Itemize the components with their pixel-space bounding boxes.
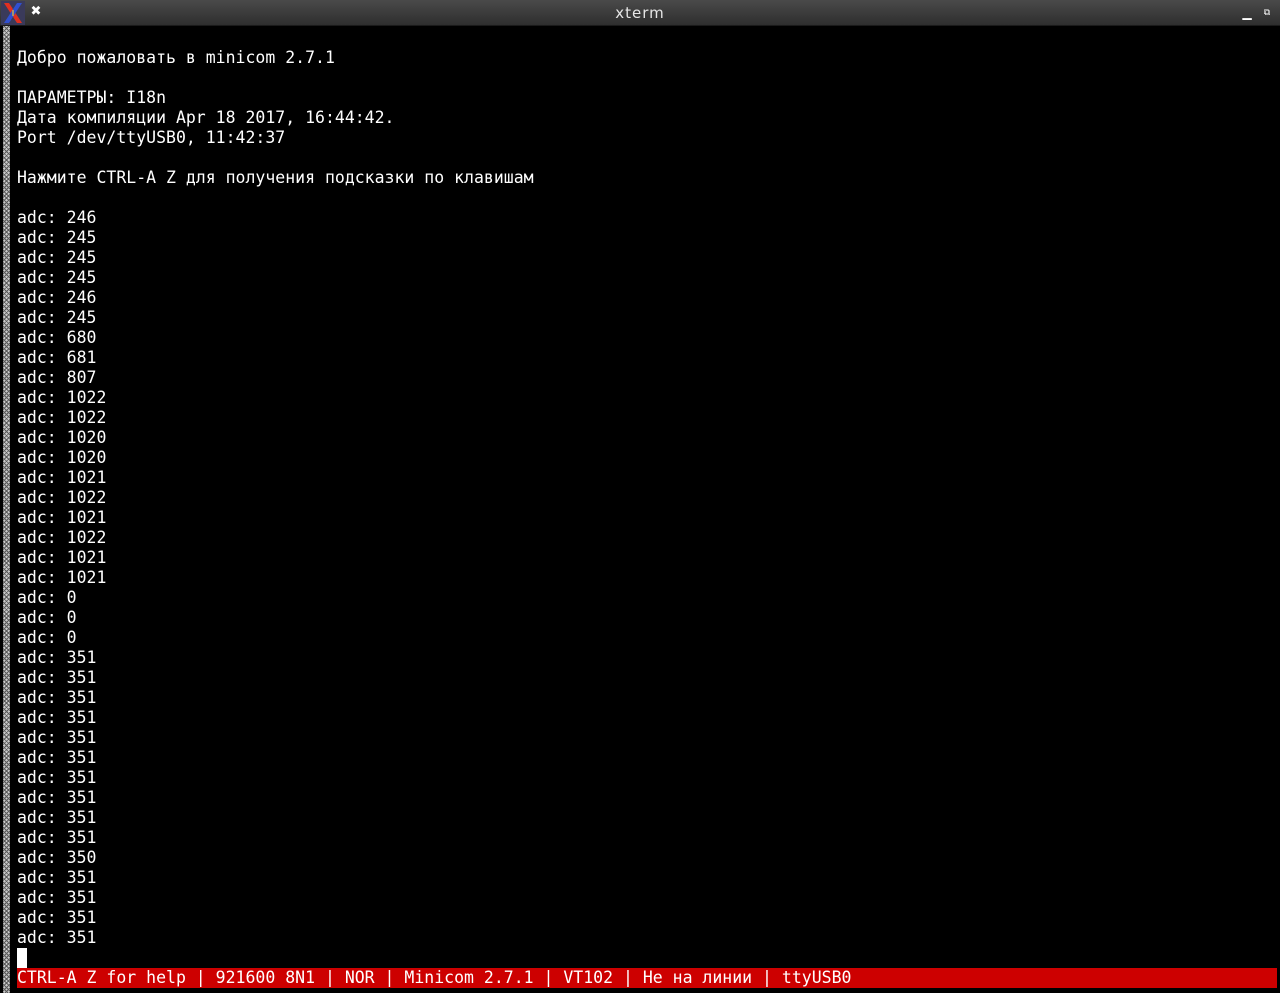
terminal-line: adc: 351 [17, 788, 97, 807]
terminal-cursor [17, 948, 27, 968]
terminal-line: adc: 245 [17, 248, 97, 267]
terminal-line: adc: 680 [17, 328, 97, 347]
terminal-line: adc: 1020 [17, 448, 107, 467]
terminal-line: adc: 351 [17, 648, 97, 667]
scrollbar-thumb[interactable] [3, 26, 10, 993]
terminal-line: adc: 351 [17, 888, 97, 907]
terminal-line: adc: 1022 [17, 388, 107, 407]
terminal-line: adc: 1021 [17, 468, 107, 487]
terminal-line: adc: 0 [17, 628, 77, 647]
terminal-line: adc: 350 [17, 848, 97, 867]
terminal-line: adc: 807 [17, 368, 97, 387]
title-bar[interactable]: ✖ xterm ▁ ⧉ [0, 0, 1280, 26]
window-title: xterm [615, 4, 665, 22]
terminal-line: Port /dev/ttyUSB0, 11:42:37 [17, 128, 286, 147]
terminal-line: adc: 351 [17, 688, 97, 707]
terminal-line: adc: 351 [17, 748, 97, 767]
terminal-line: adc: 1021 [17, 508, 107, 527]
scrollbar[interactable] [0, 26, 14, 993]
minicom-status-bar: CTRL-A Z for help | 921600 8N1 | NOR | M… [17, 968, 1277, 988]
xterm-window: ✖ xterm ▁ ⧉ Добро пожаловать в minicom 2… [0, 0, 1280, 993]
terminal-line: adc: 1022 [17, 528, 107, 547]
terminal-line: adc: 351 [17, 768, 97, 787]
terminal-line: adc: 351 [17, 908, 97, 927]
terminal-line: adc: 1020 [17, 428, 107, 447]
terminal-line: ПАРАМЕТРЫ: I18n [17, 88, 167, 107]
terminal-line: adc: 351 [17, 868, 97, 887]
terminal-line: adc: 246 [17, 288, 97, 307]
terminal-line: Дата компиляции Apr 18 2017, 16:44:42. [17, 108, 395, 127]
terminal-line: adc: 245 [17, 308, 97, 327]
terminal-line: Нажмите CTRL-A Z для получения подсказки… [17, 168, 534, 187]
terminal-line: adc: 0 [17, 608, 77, 627]
terminal-line: adc: 351 [17, 928, 97, 947]
terminal-line: adc: 1022 [17, 488, 107, 507]
terminal-line: adc: 351 [17, 728, 97, 747]
terminal-line: adc: 1022 [17, 408, 107, 427]
terminal-line: adc: 351 [17, 708, 97, 727]
terminal-line: adc: 0 [17, 588, 77, 607]
terminal-line: adc: 351 [17, 808, 97, 827]
maximize-button[interactable]: ⧉ [1260, 3, 1274, 21]
terminal-line: adc: 1021 [17, 568, 107, 587]
terminal-line: adc: 351 [17, 668, 97, 687]
terminal-output[interactable]: Добро пожаловать в minicom 2.7.1 ПАРАМЕТР… [17, 48, 1277, 948]
terminal-line: adc: 351 [17, 828, 97, 847]
terminal-line: adc: 245 [17, 268, 97, 287]
minimize-button[interactable]: ▁ [1240, 3, 1254, 21]
terminal-line: adc: 1021 [17, 548, 107, 567]
terminal-line: adc: 245 [17, 228, 97, 247]
terminal-line: Добро пожаловать в minicom 2.7.1 [17, 48, 335, 67]
terminal-line: adc: 681 [17, 348, 97, 367]
terminal-line: adc: 246 [17, 208, 97, 227]
